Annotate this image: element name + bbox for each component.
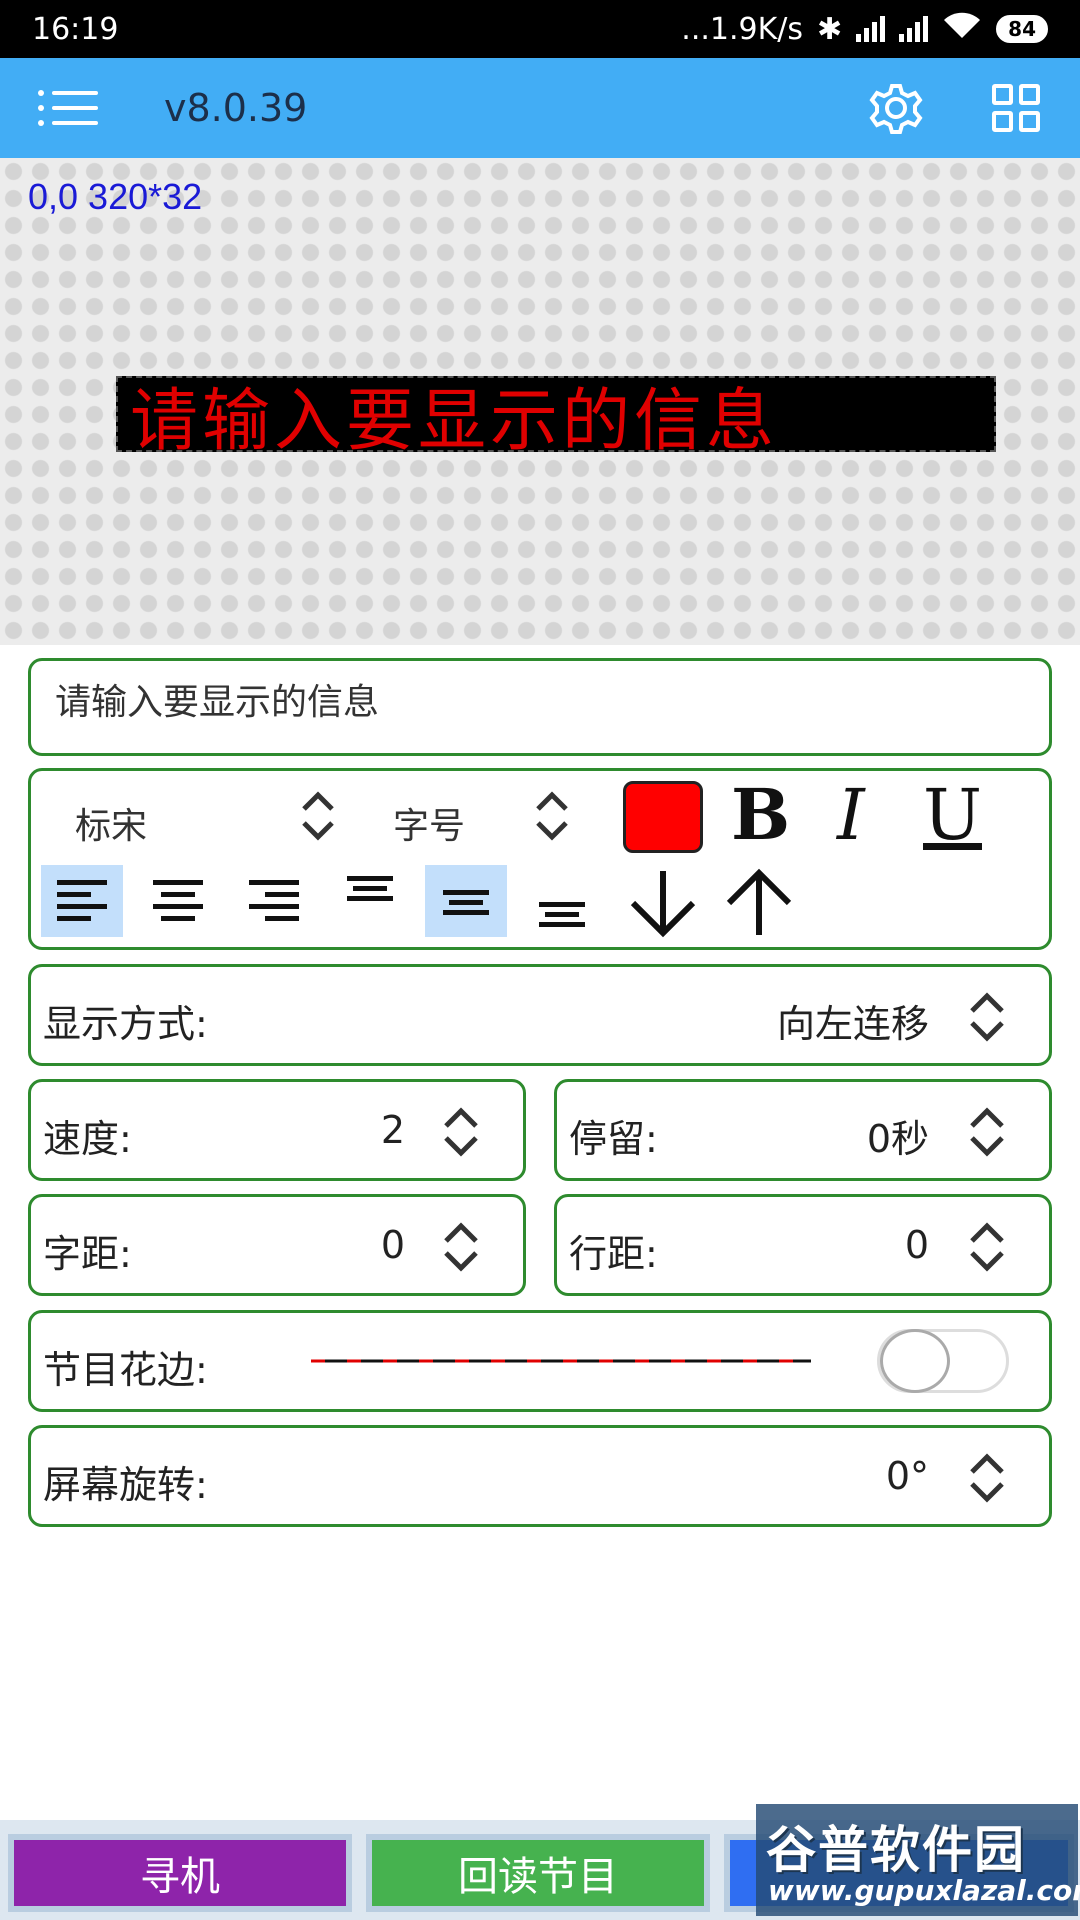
status-time: 16:19 <box>32 11 119 47</box>
line-spacing-value: 0 <box>904 1223 929 1267</box>
toggle-knob <box>880 1329 950 1393</box>
border-pattern-preview[interactable] <box>311 1357 811 1365</box>
signal-icon <box>856 16 886 42</box>
battery-icon: 84 <box>996 15 1048 43</box>
grid-icon[interactable] <box>992 84 1040 132</box>
display-mode-label: 显示方式: <box>43 1002 208 1046</box>
text-color-swatch[interactable] <box>623 781 703 853</box>
led-preview-area: 0,0 320*32 请输入要显示的信息 <box>0 158 1080 645</box>
font-size-updown-icon[interactable] <box>533 789 571 843</box>
chevron-updown-icon[interactable] <box>967 1219 1007 1275</box>
font-size-select[interactable]: 字号 <box>393 797 465 849</box>
font-select[interactable]: 标宋 <box>75 797 147 849</box>
coords-readout: 0,0 320*32 <box>28 176 203 217</box>
menu-icon[interactable] <box>38 86 98 130</box>
rotation-row[interactable]: 屏幕旋转: 0° <box>28 1425 1052 1527</box>
stay-label: 停留: <box>569 1117 658 1161</box>
border-toggle[interactable] <box>877 1329 1009 1393</box>
char-spacing-value: 0 <box>380 1223 405 1267</box>
format-panel: 标宋 字号 B I U <box>28 768 1052 950</box>
display-mode-row[interactable]: 显示方式: 向左连移 <box>28 964 1052 1066</box>
rotation-value: 0° <box>885 1454 929 1498</box>
led-display[interactable]: 请输入要显示的信息 <box>116 376 996 452</box>
rotation-label: 屏幕旋转: <box>43 1463 208 1507</box>
italic-button[interactable]: I <box>837 775 865 855</box>
align-left-icon[interactable] <box>41 865 123 937</box>
char-spacing-row[interactable]: 字距: 0 <box>28 1194 526 1296</box>
status-bar: 16:19 ...1.9K/s ✱ 84 <box>0 0 1080 58</box>
chevron-updown-icon[interactable] <box>441 1104 481 1160</box>
underline-button[interactable]: U <box>923 775 982 855</box>
line-spacing-label: 行距: <box>569 1232 658 1276</box>
bluetooth-icon: ✱ <box>817 11 843 47</box>
stay-value: 0秒 <box>866 1117 929 1161</box>
align-right-icon[interactable] <box>233 865 315 937</box>
arrow-down-icon[interactable] <box>625 865 701 941</box>
chevron-updown-icon[interactable] <box>967 989 1007 1045</box>
valign-top-icon[interactable] <box>329 857 411 929</box>
chevron-updown-icon[interactable] <box>441 1219 481 1275</box>
display-mode-value: 向左连移 <box>776 1002 929 1046</box>
valign-bottom-icon[interactable] <box>521 873 603 945</box>
speed-label: 速度: <box>43 1117 132 1161</box>
arrow-up-icon[interactable] <box>721 865 797 941</box>
signal-icon-2 <box>899 16 929 42</box>
wifi-icon <box>942 10 982 48</box>
message-input[interactable]: 请输入要显示的信息 <box>28 658 1052 756</box>
speed-row[interactable]: 速度: 2 <box>28 1079 526 1181</box>
gear-icon[interactable] <box>868 80 924 136</box>
bold-button[interactable]: B <box>731 775 790 855</box>
chevron-updown-icon[interactable] <box>967 1450 1007 1506</box>
speed-value: 2 <box>380 1108 405 1152</box>
watermark-url: www.gupuxlazal.com <box>768 1874 1080 1907</box>
align-center-icon[interactable] <box>137 865 219 937</box>
chevron-updown-icon[interactable] <box>967 1104 1007 1160</box>
line-spacing-row[interactable]: 行距: 0 <box>554 1194 1052 1296</box>
app-version: v8.0.39 <box>164 86 308 130</box>
border-row: 节目花边: <box>28 1310 1052 1412</box>
char-spacing-label: 字距: <box>43 1232 132 1276</box>
app-bar: v8.0.39 <box>0 58 1080 158</box>
search-device-button[interactable]: 寻机 <box>8 1834 352 1912</box>
border-label: 节目花边: <box>43 1348 208 1392</box>
watermark: 谷普软件园 www.gupuxlazal.com <box>756 1804 1080 1916</box>
font-updown-icon[interactable] <box>299 789 337 843</box>
network-speed: ...1.9K/s <box>681 11 804 47</box>
stay-row[interactable]: 停留: 0秒 <box>554 1079 1052 1181</box>
valign-middle-icon[interactable] <box>425 865 507 937</box>
watermark-title: 谷普软件园 <box>766 1821 1026 1879</box>
readback-button[interactable]: 回读节目 <box>366 1834 710 1912</box>
